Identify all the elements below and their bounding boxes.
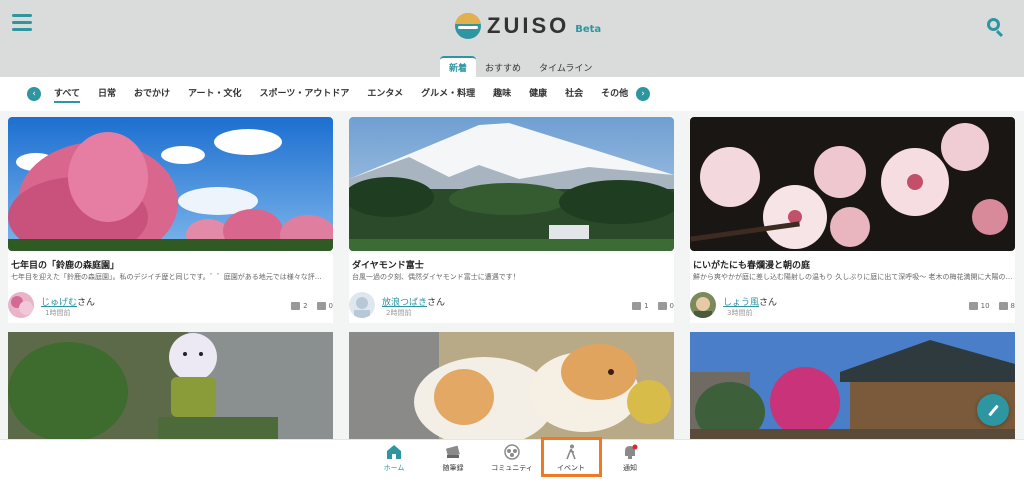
bell-icon xyxy=(622,444,638,460)
hamburger-menu-icon[interactable] xyxy=(12,14,32,34)
nav-home[interactable]: ホーム xyxy=(364,444,424,473)
avatar[interactable] xyxy=(690,292,716,318)
author-link[interactable]: 放浪つばき xyxy=(382,298,427,308)
post-card[interactable] xyxy=(8,332,333,442)
post-card[interactable]: ダイヤモンド富士 台風一過の夕刻、偶然ダイヤモンド富士に遭遇です！ 放浪つばきさ… xyxy=(349,117,674,323)
tab-timeline[interactable]: タイムライン xyxy=(530,56,601,77)
post-title[interactable]: ダイヤモンド富士 xyxy=(352,258,424,271)
book-icon xyxy=(445,444,461,460)
post-stats: 2 0 xyxy=(291,302,333,310)
post-time: 2時間前 xyxy=(386,309,412,317)
category-society[interactable]: 社会 xyxy=(565,86,583,103)
avatar[interactable] xyxy=(8,292,34,318)
nav-essays-label: 随筆録 xyxy=(442,464,464,472)
post-excerpt: 七年目を迎えた「鈴鹿の森庭園」。私のデジイチ歴と同じです。゛゛庭園がある地元では… xyxy=(11,273,322,281)
thumbs-up-icon[interactable] xyxy=(291,302,301,310)
nav-notifications-label: 通知 xyxy=(623,464,637,472)
comment-count: 0 xyxy=(669,302,674,310)
category-next-icon[interactable]: › xyxy=(636,87,650,101)
comment-count: 8 xyxy=(1010,302,1015,310)
search-icon[interactable] xyxy=(987,18,1005,38)
category-other[interactable]: その他 xyxy=(601,86,628,103)
post-excerpt: 鮮から爽やかが庭に差し込む陽射しの温もり 久しぶりに庭に出て深呼吸～ 老木の梅花… xyxy=(693,273,1013,281)
category-list: すべて 日常 おでかけ アート・文化 スポーツ・アウトドア エンタメ グルメ・料… xyxy=(54,86,646,103)
post-author: 放浪つばきさん xyxy=(382,295,445,308)
thumbs-up-icon[interactable] xyxy=(968,302,978,310)
post-image-rabbits xyxy=(349,332,674,447)
post-time: 1時間前 xyxy=(45,309,71,317)
author-link[interactable]: じゅげむ xyxy=(41,298,77,308)
post-image-plum-blossoms xyxy=(690,117,1015,251)
nav-community[interactable]: コミュニティ xyxy=(482,444,542,473)
logo[interactable]: ZUISO Beta xyxy=(455,12,601,40)
author-suffix: さん xyxy=(759,298,778,308)
category-gourmet[interactable]: グルメ・料理 xyxy=(421,86,475,103)
nav-home-label: ホーム xyxy=(383,464,405,472)
post-time: 3時間前 xyxy=(727,309,753,317)
post-card[interactable] xyxy=(690,332,1015,442)
nav-notifications[interactable]: 通知 xyxy=(600,444,660,473)
author-link[interactable]: しょう風 xyxy=(723,298,759,308)
post-stats: 10 8 xyxy=(968,302,1015,310)
like-count: 10 xyxy=(980,302,990,310)
tab-new[interactable]: 新着 xyxy=(440,56,477,77)
community-icon xyxy=(504,444,520,460)
post-image-mount-fuji xyxy=(349,117,674,251)
category-daily[interactable]: 日常 xyxy=(98,86,116,103)
post-image-weeping-plum xyxy=(8,117,333,251)
post-title[interactable]: にいがたにも春爛漫と朝の庭 xyxy=(693,258,810,271)
category-entertainment[interactable]: エンタメ xyxy=(367,86,403,103)
compose-pencil-icon[interactable] xyxy=(977,394,1009,426)
category-sports[interactable]: スポーツ・アウトドア xyxy=(260,86,350,103)
app-header: ZUISO Beta 新着 おすすめ タイムライン xyxy=(0,0,1024,77)
nav-community-label: コミュニティ xyxy=(491,464,533,472)
post-title[interactable]: 七年目の「鈴鹿の森庭園」 xyxy=(11,258,119,271)
tab-recommended[interactable]: おすすめ xyxy=(476,56,530,77)
category-health[interactable]: 健康 xyxy=(529,86,547,103)
post-card[interactable]: 七年目の「鈴鹿の森庭園」 七年目を迎えた「鈴鹿の森庭園」。私のデジイチ歴と同じで… xyxy=(8,117,333,323)
category-art[interactable]: アート・文化 xyxy=(188,86,241,103)
feed-tabs: 新着 おすすめ タイムライン xyxy=(440,56,601,77)
comment-icon[interactable] xyxy=(316,302,326,310)
logo-mark-icon xyxy=(455,13,481,39)
author-suffix: さん xyxy=(77,298,96,308)
logo-text: ZUISO xyxy=(487,13,570,38)
post-stats: 1 0 xyxy=(632,302,674,310)
post-image-plush-garden xyxy=(8,332,333,442)
home-icon xyxy=(386,444,402,460)
comment-icon[interactable] xyxy=(998,302,1008,310)
post-card[interactable]: にいがたにも春爛漫と朝の庭 鮮から爽やかが庭に差し込む陽射しの温もり 久しぶりに… xyxy=(690,117,1015,323)
nav-essays[interactable]: 随筆録 xyxy=(423,444,483,473)
category-outing[interactable]: おでかけ xyxy=(134,86,170,103)
post-excerpt: 台風一過の夕刻、偶然ダイヤモンド富士に遭遇です！ xyxy=(352,273,520,281)
category-all[interactable]: すべて xyxy=(54,86,81,103)
post-image-temple xyxy=(690,332,1015,442)
avatar[interactable] xyxy=(349,292,375,318)
post-card[interactable] xyxy=(349,332,674,447)
like-count: 2 xyxy=(303,302,308,310)
author-suffix: さん xyxy=(427,298,446,308)
post-author: しょう風さん xyxy=(723,295,777,308)
post-grid: 七年目の「鈴鹿の森庭園」 七年目を迎えた「鈴鹿の森庭園」。私のデジイチ歴と同じで… xyxy=(0,111,1024,447)
like-count: 1 xyxy=(644,302,649,310)
post-author: じゅげむさん xyxy=(41,295,95,308)
event-highlight-box xyxy=(541,437,602,477)
bottom-nav: ホーム 随筆録 コミュニティ イベント 通知 xyxy=(0,439,1024,479)
category-prev-icon[interactable]: ‹ xyxy=(27,87,41,101)
comment-count: 0 xyxy=(328,302,333,310)
thumbs-up-icon[interactable] xyxy=(632,302,642,310)
beta-badge: Beta xyxy=(575,23,602,35)
category-bar: ‹ すべて 日常 おでかけ アート・文化 スポーツ・アウトドア エンタメ グルメ… xyxy=(0,77,1024,111)
category-hobby[interactable]: 趣味 xyxy=(493,86,511,103)
comment-icon[interactable] xyxy=(657,302,667,310)
